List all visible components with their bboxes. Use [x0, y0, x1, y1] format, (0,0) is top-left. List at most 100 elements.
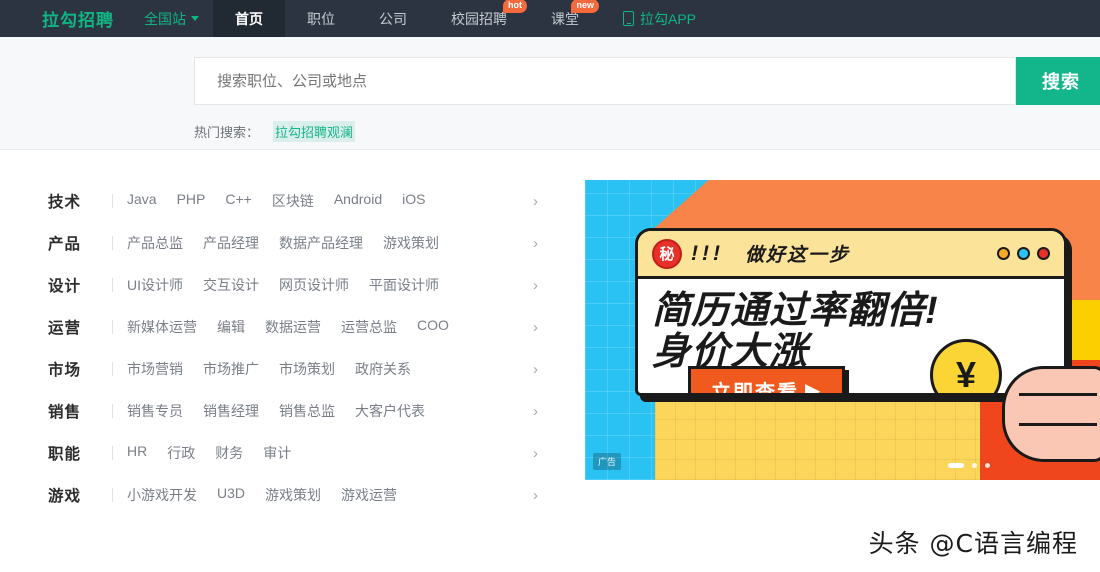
search-button[interactable]: 搜索 — [1016, 57, 1100, 105]
nav-item-campus[interactable]: 校园招聘 hot — [429, 0, 529, 37]
chevron-right-icon[interactable]: › — [533, 403, 548, 420]
subcategory[interactable]: 销售总监 — [279, 401, 335, 421]
category-name: 设计 — [48, 278, 82, 295]
nav-item-companies[interactable]: 公司 — [357, 0, 429, 37]
subcategory[interactable]: HR — [127, 443, 147, 463]
divider — [112, 278, 113, 292]
category-row-games[interactable]: 游戏 小游戏开发 U3D 游戏策划 游戏运营 › — [48, 474, 548, 516]
carousel-dot[interactable] — [972, 463, 977, 468]
chevron-right-icon[interactable]: › — [533, 193, 548, 210]
nav-item-home[interactable]: 首页 — [213, 0, 285, 37]
banner-card: 秘 !!! 做好这一步 简历通过率翻倍! 身价大涨 立即查看 ▶ ¥ — [635, 228, 1067, 397]
window-dot-blue — [1017, 247, 1030, 260]
subcategory-group: 产品总监 产品经理 数据产品经理 游戏策划 — [127, 233, 533, 253]
subcategory[interactable]: 审计 — [263, 443, 291, 463]
promo-banner[interactable]: 秘 !!! 做好这一步 简历通过率翻倍! 身价大涨 立即查看 ▶ ¥ 广告 — [585, 180, 1100, 480]
category-row-marketing[interactable]: 市场 市场营销 市场推广 市场策划 政府关系 › — [48, 348, 548, 390]
carousel-indicators[interactable] — [948, 463, 990, 468]
subcategory[interactable]: 财务 — [215, 443, 243, 463]
banner-headline-line1: 简历通过率翻倍! — [652, 290, 939, 332]
subcategory[interactable]: 市场策划 — [279, 359, 335, 379]
hot-search-row: 热门搜索： 拉勾招聘观澜 — [194, 121, 1100, 142]
subcategory[interactable]: 游戏策划 — [265, 485, 321, 505]
subcategory[interactable]: C++ — [225, 191, 251, 211]
subcategory[interactable]: 大客户代表 — [355, 401, 425, 421]
subcategory[interactable]: Android — [334, 191, 382, 211]
category-row-functions[interactable]: 职能 HR 行政 财务 审计 › — [48, 432, 548, 474]
subcategory[interactable]: 区块链 — [272, 191, 314, 211]
category-row-design[interactable]: 设计 UI设计师 交互设计 网页设计师 平面设计师 › — [48, 264, 548, 306]
subcategory[interactable]: 小游戏开发 — [127, 485, 197, 505]
chevron-right-icon[interactable]: › — [533, 361, 548, 378]
category-name: 产品 — [48, 236, 82, 253]
carousel-dot-active[interactable] — [948, 463, 964, 468]
nav-item-companies-label: 公司 — [379, 10, 407, 27]
subcategory[interactable]: 销售专员 — [127, 401, 183, 421]
nav-item-jobs[interactable]: 职位 — [285, 0, 357, 37]
subcategory[interactable]: 销售经理 — [203, 401, 259, 421]
subcategory[interactable]: U3D — [217, 485, 245, 505]
search-band: 搜索 热门搜索： 拉勾招聘观澜 — [0, 37, 1100, 150]
chevron-right-icon[interactable]: › — [533, 277, 548, 294]
watermark-text: 头条 @C语言编程 — [868, 529, 1078, 558]
subcategory[interactable]: PHP — [177, 191, 206, 211]
nav-items: 首页 职位 公司 校园招聘 hot 课堂 new 拉勾APP — [213, 0, 718, 37]
category-name: 销售 — [48, 404, 82, 421]
carousel-dot[interactable] — [985, 463, 990, 468]
main-content: 技术 Java PHP C++ 区块链 Android iOS › 产品 产品总… — [0, 150, 1100, 516]
search-input[interactable] — [217, 72, 1015, 90]
banner-cta-label: 立即查看 — [711, 382, 799, 397]
subcategory-group: 市场营销 市场推广 市场策划 政府关系 — [127, 359, 533, 379]
subcategory[interactable]: 数据运营 — [265, 317, 321, 337]
hand-illustration — [1002, 366, 1100, 462]
category-name: 职能 — [48, 446, 82, 463]
subcategory[interactable]: 编辑 — [217, 317, 245, 337]
play-arrow-icon: ▶ — [805, 380, 823, 397]
category-name: 游戏 — [48, 488, 82, 505]
subcategory[interactable]: 平面设计师 — [369, 275, 439, 295]
category-row-tech[interactable]: 技术 Java PHP C++ 区块链 Android iOS › — [48, 180, 548, 222]
subcategory[interactable]: 新媒体运营 — [127, 317, 197, 337]
chevron-right-icon[interactable]: › — [533, 445, 548, 462]
chevron-right-icon[interactable]: › — [533, 487, 548, 504]
nav-item-app[interactable]: 拉勾APP — [601, 0, 718, 37]
subcategory[interactable]: 数据产品经理 — [279, 233, 363, 253]
subcategory[interactable]: 政府关系 — [355, 359, 411, 379]
subcategory[interactable]: iOS — [402, 191, 425, 211]
subcategory-group: 新媒体运营 编辑 数据运营 运营总监 COO — [127, 317, 533, 337]
subcategory[interactable]: 产品经理 — [203, 233, 259, 253]
subcategory[interactable]: 运营总监 — [341, 317, 397, 337]
subcategory[interactable]: 市场营销 — [127, 359, 183, 379]
site-region-picker[interactable]: 全国站 — [130, 0, 213, 37]
hot-search-keyword[interactable]: 拉勾招聘观澜 — [273, 121, 356, 142]
subcategory[interactable]: 行政 — [167, 443, 195, 463]
nav-item-course[interactable]: 课堂 new — [529, 0, 601, 37]
subcategory[interactable]: 市场推广 — [203, 359, 259, 379]
search-row: 搜索 — [194, 57, 1100, 105]
subcategory[interactable]: UI设计师 — [127, 275, 183, 295]
subcategory[interactable]: 游戏策划 — [383, 233, 439, 253]
phone-icon — [623, 11, 634, 26]
divider — [112, 194, 113, 208]
secret-seal-icon: 秘 — [652, 238, 682, 269]
subcategory[interactable]: 交互设计 — [203, 275, 259, 295]
category-row-product[interactable]: 产品 产品总监 产品经理 数据产品经理 游戏策划 › — [48, 222, 548, 264]
divider — [112, 404, 113, 418]
site-logo[interactable]: 拉勾招聘 — [0, 0, 130, 37]
category-name: 运营 — [48, 320, 82, 337]
subcategory[interactable]: Java — [127, 191, 157, 211]
category-row-operations[interactable]: 运营 新媒体运营 编辑 数据运营 运营总监 COO › — [48, 306, 548, 348]
subcategory[interactable]: 产品总监 — [127, 233, 183, 253]
banner-cta-button[interactable]: 立即查看 ▶ — [688, 366, 846, 397]
chevron-right-icon[interactable]: › — [533, 319, 548, 336]
chevron-right-icon[interactable]: › — [533, 235, 548, 252]
subcategory-group: Java PHP C++ 区块链 Android iOS — [127, 191, 533, 211]
subcategory[interactable]: COO — [417, 317, 449, 337]
subcategory[interactable]: 游戏运营 — [341, 485, 397, 505]
category-name: 技术 — [48, 194, 82, 211]
category-row-sales[interactable]: 销售 销售专员 销售经理 销售总监 大客户代表 › — [48, 390, 548, 432]
search-box[interactable] — [194, 57, 1016, 105]
ad-label-badge: 广告 — [593, 453, 622, 470]
hot-search-label: 热门搜索： — [194, 125, 260, 140]
subcategory[interactable]: 网页设计师 — [279, 275, 349, 295]
